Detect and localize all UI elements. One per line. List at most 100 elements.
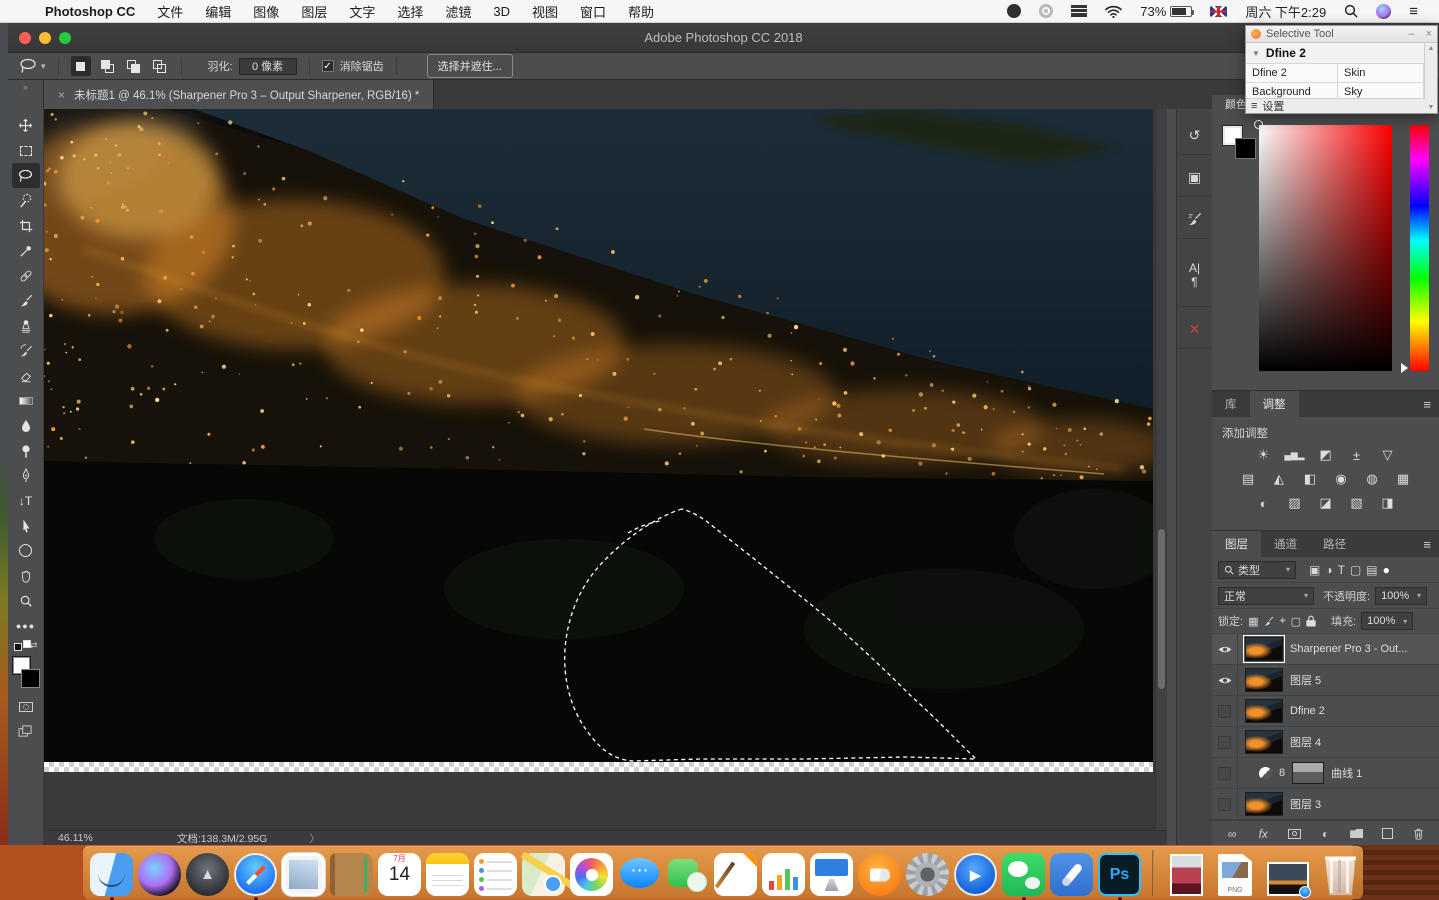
layer-thumbnail[interactable] <box>1245 668 1283 692</box>
swap-colors-icon[interactable]: ⇄ <box>14 640 38 652</box>
layer-visibility-toggle[interactable] <box>1212 758 1238 788</box>
wifi-icon[interactable] <box>1105 5 1122 18</box>
stack-status-icon[interactable] <box>1071 5 1087 17</box>
feather-input[interactable]: 0 像素 <box>239 58 297 75</box>
selective-color-icon[interactable]: ◨ <box>1377 494 1399 512</box>
properties-panel-icon[interactable]: ▣ <box>1180 159 1210 197</box>
new-selection-mode-button[interactable] <box>71 56 91 76</box>
quick-selection-tool[interactable] <box>12 188 40 213</box>
dock-keynote[interactable] <box>810 853 853 896</box>
layer-mask-thumbnail[interactable] <box>1292 762 1324 784</box>
selective-filter-button[interactable]: Skin <box>1338 64 1424 83</box>
channels-tab[interactable]: 通道 <box>1261 531 1310 557</box>
close-window-button[interactable] <box>19 32 31 44</box>
layer-thumbnail[interactable] <box>1245 792 1283 816</box>
spot-healing-brush-tool[interactable] <box>12 263 40 288</box>
layer-visibility-toggle[interactable] <box>1212 696 1238 726</box>
color-balance-icon[interactable]: ◭ <box>1268 470 1290 488</box>
dock-system-preferences[interactable] <box>906 853 949 896</box>
threshold-icon[interactable]: ◪ <box>1315 494 1337 512</box>
dock-notes-pencil-app[interactable] <box>1050 853 1093 896</box>
layer-visibility-toggle[interactable] <box>1212 789 1238 819</box>
new-layer-icon[interactable] <box>1377 825 1399 843</box>
dock-contacts[interactable] <box>330 853 373 896</box>
layer-visibility-toggle[interactable] <box>1212 634 1238 664</box>
input-source-flag[interactable] <box>1210 6 1227 17</box>
document-image[interactable] <box>44 109 1153 762</box>
dock-quicktime[interactable]: ▶ <box>954 853 997 896</box>
delete-layer-icon[interactable] <box>1408 825 1430 843</box>
edit-toolbar-button[interactable]: ●●● <box>12 613 40 638</box>
eyedropper-tool[interactable] <box>12 238 40 263</box>
background-color-swatch[interactable] <box>21 669 40 688</box>
layer-name[interactable]: Sharpener Pro 3 - Out... <box>1290 643 1407 655</box>
status-arrow-icon[interactable]: 〉 <box>309 831 320 846</box>
zoom-level-field[interactable]: 46.11% <box>58 832 93 844</box>
menu-filter[interactable]: 滤镜 <box>445 2 471 21</box>
libraries-tab[interactable]: 库 <box>1212 391 1250 417</box>
layer-name[interactable]: Dfine 2 <box>1290 705 1325 717</box>
hue-slider[interactable] <box>1410 125 1429 371</box>
layers-tab[interactable]: 图层 <box>1212 531 1261 557</box>
layer-row[interactable]: 图层 3 <box>1212 789 1439 820</box>
layer-name[interactable]: 图层 3 <box>1290 796 1321 812</box>
dock-trash[interactable] <box>1319 853 1362 896</box>
dock-pages[interactable] <box>714 853 757 896</box>
filter-smart-objects-icon[interactable]: ▤ <box>1366 563 1377 577</box>
menu-type[interactable]: 文字 <box>349 2 375 21</box>
minimize-window-button[interactable] <box>39 32 51 44</box>
ps-title-bar[interactable]: Adobe Photoshop CC 2018 <box>8 23 1439 53</box>
layer-row[interactable]: 图层 5 <box>1212 665 1439 696</box>
dock-png-document[interactable]: PNG <box>1218 854 1252 896</box>
spotlight-search-icon[interactable] <box>1344 4 1358 18</box>
quick-mask-button[interactable] <box>12 694 40 719</box>
zoom-tool[interactable] <box>12 588 40 613</box>
brush-tool[interactable] <box>12 288 40 313</box>
document-tab[interactable]: × 未标题1 @ 46.1% (Sharpener Pro 3 – Output… <box>44 80 434 109</box>
lock-transparency-icon[interactable]: ▦ <box>1248 615 1258 628</box>
filter-toggle-icon[interactable]: ● <box>1383 563 1390 577</box>
subtract-from-selection-button[interactable] <box>123 56 143 76</box>
eraser-tool[interactable] <box>12 363 40 388</box>
layer-name[interactable]: 图层 5 <box>1290 672 1321 688</box>
panel-menu-icon[interactable]: ≡ <box>1415 531 1439 557</box>
invert-icon[interactable]: ◐ <box>1253 494 1275 512</box>
color-picker-cursor[interactable] <box>1254 120 1263 129</box>
crop-tool[interactable] <box>12 213 40 238</box>
layer-visibility-toggle[interactable] <box>1212 665 1238 695</box>
minimize-panel-icon[interactable]: – <box>1408 28 1414 40</box>
menu-app-name[interactable]: Photoshop CC <box>45 4 135 19</box>
close-document-icon[interactable]: × <box>58 88 65 102</box>
selective-settings-footer[interactable]: ≡设置 <box>1246 98 1426 113</box>
dock-wechat[interactable] <box>1002 853 1045 896</box>
dock-messages[interactable] <box>618 853 661 896</box>
dock-numbers[interactable] <box>762 853 805 896</box>
color-lookup-icon[interactable]: ▦ <box>1392 470 1414 488</box>
ellipse-shape-tool[interactable] <box>12 538 40 563</box>
layer-style-fx-icon[interactable]: fx <box>1252 825 1274 843</box>
dock-web-image-document[interactable] <box>1267 862 1309 896</box>
menu-help[interactable]: 帮助 <box>628 2 654 21</box>
toolbar-collapse-button[interactable]: » <box>8 80 44 109</box>
select-and-mask-button[interactable]: 选择并遮住... <box>427 54 513 78</box>
battery-status[interactable]: 73% <box>1140 4 1192 19</box>
adjustments-tab[interactable]: 调整 <box>1250 391 1299 417</box>
lock-pixels-icon[interactable] <box>1263 616 1274 627</box>
close-panel-icon[interactable]: × <box>1426 28 1432 40</box>
hand-tool[interactable] <box>12 563 40 588</box>
selective-tool-titlebar[interactable]: Selective Tool – × <box>1246 26 1437 43</box>
new-group-icon[interactable] <box>1346 825 1368 843</box>
clone-stamp-tool[interactable] <box>12 313 40 338</box>
layer-name[interactable]: 曲线 1 <box>1331 765 1362 781</box>
lock-all-icon[interactable] <box>1306 615 1316 627</box>
dock-mail[interactable] <box>282 853 325 896</box>
lasso-tool[interactable] <box>12 163 40 188</box>
path-selection-tool[interactable] <box>12 513 40 538</box>
marquee-tool[interactable] <box>12 138 40 163</box>
layer-name[interactable]: 图层 4 <box>1290 734 1321 750</box>
antialias-checkbox[interactable]: ✓ <box>322 60 334 72</box>
lasso-tool-preset-icon[interactable]: ▾ <box>18 58 46 74</box>
intersect-selection-button[interactable] <box>149 56 169 76</box>
filter-adjustment-layers-icon[interactable]: ◑ <box>1325 563 1332 577</box>
opacity-dropdown[interactable]: 100%▾ <box>1375 587 1427 605</box>
